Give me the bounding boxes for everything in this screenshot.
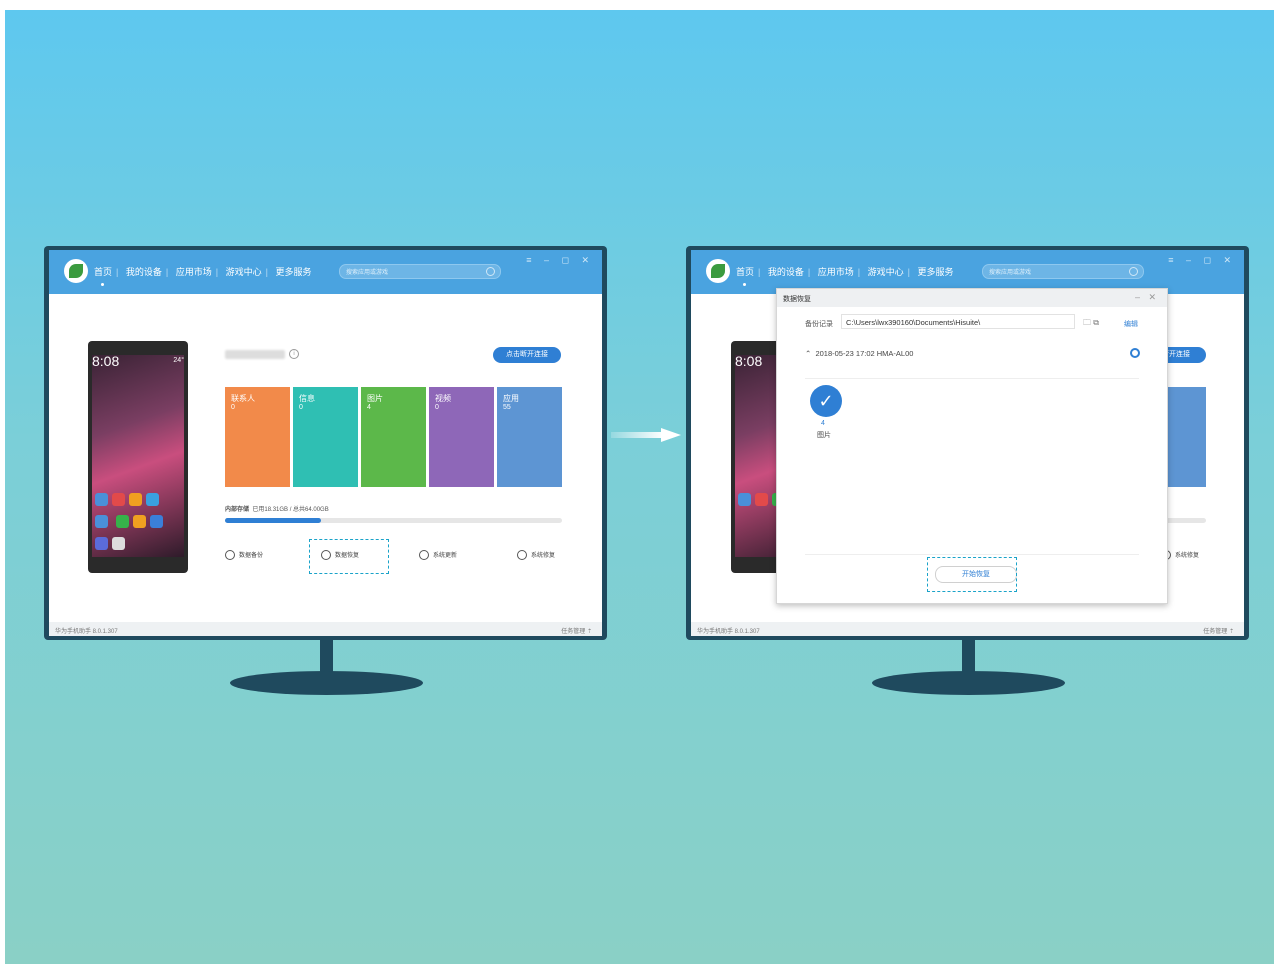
- update-icon: [419, 550, 429, 561]
- phone-app-icons: [93, 491, 177, 557]
- dialog-controls[interactable]: – ✕: [1135, 292, 1159, 303]
- status-bar: 华为手机助手 8.0.1.307 任务管理 ⇡: [691, 622, 1244, 636]
- storage-bar: [225, 518, 562, 523]
- storage-bar-fill: [225, 518, 322, 523]
- stand-base-left: [230, 671, 423, 695]
- nav-game-center[interactable]: 游戏中心: [868, 265, 904, 278]
- repair-button[interactable]: 系统修复: [517, 550, 555, 561]
- tile-pictures[interactable]: 图片 4: [361, 387, 426, 487]
- picture-count: 4: [821, 420, 825, 427]
- window-controls[interactable]: ≡ – ◻ ✕: [1168, 255, 1236, 266]
- backup-record-label: 备份记录: [805, 321, 833, 328]
- backup-entry[interactable]: ⌃ 2018-05-23 17:02 HMA-AL00: [805, 349, 913, 358]
- status-bar: 华为手机助手 8.0.1.307 任务管理 ⇡: [49, 622, 602, 636]
- nav-more-services[interactable]: 更多服务: [918, 265, 954, 278]
- nav-my-device[interactable]: 我的设备: [126, 265, 162, 278]
- search-icon[interactable]: [1129, 267, 1138, 276]
- hisuite-window-home: 首页 | 我的设备 | 应用市场 | 游戏中心 | 更多服务 搜索应用或游戏 ≡ – ◻…: [49, 250, 602, 636]
- phone-weather: 24°: [173, 357, 184, 364]
- update-button[interactable]: 系统更新: [419, 550, 457, 561]
- disconnect-button[interactable]: 点击断开连接: [493, 347, 561, 363]
- tile-apps[interactable]: 应用 55: [497, 387, 562, 487]
- nav-more-services[interactable]: 更多服务: [276, 265, 312, 278]
- edit-link[interactable]: 编辑: [1124, 319, 1138, 329]
- dialog-title: 数据恢复: [783, 296, 811, 303]
- tile-messages[interactable]: 信息 0: [293, 387, 358, 487]
- hisuite-logo-icon: [706, 259, 730, 283]
- monitor-left: 首页 | 我的设备 | 应用市场 | 游戏中心 | 更多服务 搜索应用或游戏 ≡ – ◻…: [44, 246, 607, 640]
- search-placeholder: 搜索应用或游戏: [989, 270, 1032, 276]
- picture-label: 图片: [817, 432, 831, 439]
- nav-my-device[interactable]: 我的设备: [768, 265, 804, 278]
- data-restore-dialog: 数据恢复 – ✕ 备份记录 C:\Users\lwx390160\Documen…: [776, 288, 1168, 604]
- phone-time: 8:08: [92, 353, 120, 369]
- backup-button[interactable]: 数据备份: [225, 550, 263, 561]
- task-manager-link[interactable]: 任务管理 ⇡: [561, 626, 592, 635]
- version-label: 华为手机助手 8.0.1.307: [55, 629, 118, 635]
- info-icon[interactable]: i: [289, 349, 299, 359]
- device-name-blurred: [225, 350, 285, 359]
- action-row: 数据备份 数据恢复 系统更新 系统修复: [225, 550, 562, 564]
- nav-home[interactable]: 首页: [94, 265, 112, 278]
- restore-highlight: [309, 539, 389, 574]
- monitor-right: 首页 | 我的设备 | 应用市场 | 游戏中心 | 更多服务 搜索应用或游戏 ≡ – ◻…: [686, 246, 1249, 640]
- start-restore-highlight: [927, 557, 1017, 592]
- search-placeholder: 搜索应用或游戏: [346, 270, 389, 276]
- folder-icon[interactable]: 🗀 ⧉: [1083, 317, 1099, 331]
- search-input[interactable]: 搜索应用或游戏: [339, 264, 501, 279]
- tile-videos[interactable]: 视频 0: [429, 387, 494, 487]
- backup-path-field[interactable]: C:\Users\lwx390160\Documents\Hisuite\: [841, 314, 1075, 329]
- stand-base-right: [872, 671, 1065, 695]
- nav-app-market[interactable]: 应用市场: [818, 265, 854, 278]
- main-nav: 首页 | 我的设备 | 应用市场 | 游戏中心 | 更多服务: [736, 265, 954, 278]
- arrow-right-icon: [611, 428, 681, 442]
- wrench-icon: [517, 550, 527, 561]
- active-tab-indicator: [101, 283, 104, 286]
- main-nav: 首页 | 我的设备 | 应用市场 | 游戏中心 | 更多服务: [94, 265, 312, 278]
- search-input[interactable]: 搜索应用或游戏: [982, 264, 1144, 279]
- hisuite-window-restore: 首页 | 我的设备 | 应用市场 | 游戏中心 | 更多服务 搜索应用或游戏 ≡ – ◻…: [691, 250, 1244, 636]
- phone-time: 8:08: [735, 353, 763, 369]
- checkmark-icon[interactable]: ✓: [810, 385, 842, 417]
- window-controls[interactable]: ≡ – ◻ ✕: [526, 255, 594, 266]
- hisuite-logo-icon: [64, 259, 88, 283]
- backup-entry-radio[interactable]: [1130, 348, 1140, 358]
- tile-contacts[interactable]: 联系人 0: [225, 387, 290, 487]
- search-icon[interactable]: [486, 267, 495, 276]
- active-tab-indicator: [743, 283, 746, 286]
- task-manager-link[interactable]: 任务管理 ⇡: [1203, 626, 1234, 635]
- nav-home[interactable]: 首页: [736, 265, 754, 278]
- app-header: 首页 | 我的设备 | 应用市场 | 游戏中心 | 更多服务 搜索应用或游戏 ≡ – ◻…: [49, 250, 602, 294]
- nav-game-center[interactable]: 游戏中心: [226, 265, 262, 278]
- version-label: 华为手机助手 8.0.1.307: [697, 629, 760, 635]
- dialog-titlebar: 数据恢复 – ✕: [777, 289, 1167, 307]
- storage-info: 内部存储 已用18.31GB / 总共64.00GB: [225, 507, 329, 513]
- category-tiles: 联系人 0 信息 0 图片 4 视频 0 应用 55: [225, 387, 562, 487]
- backup-icon: [225, 550, 235, 561]
- phone-image: 8:08 24°: [88, 341, 188, 573]
- nav-app-market[interactable]: 应用市场: [176, 265, 212, 278]
